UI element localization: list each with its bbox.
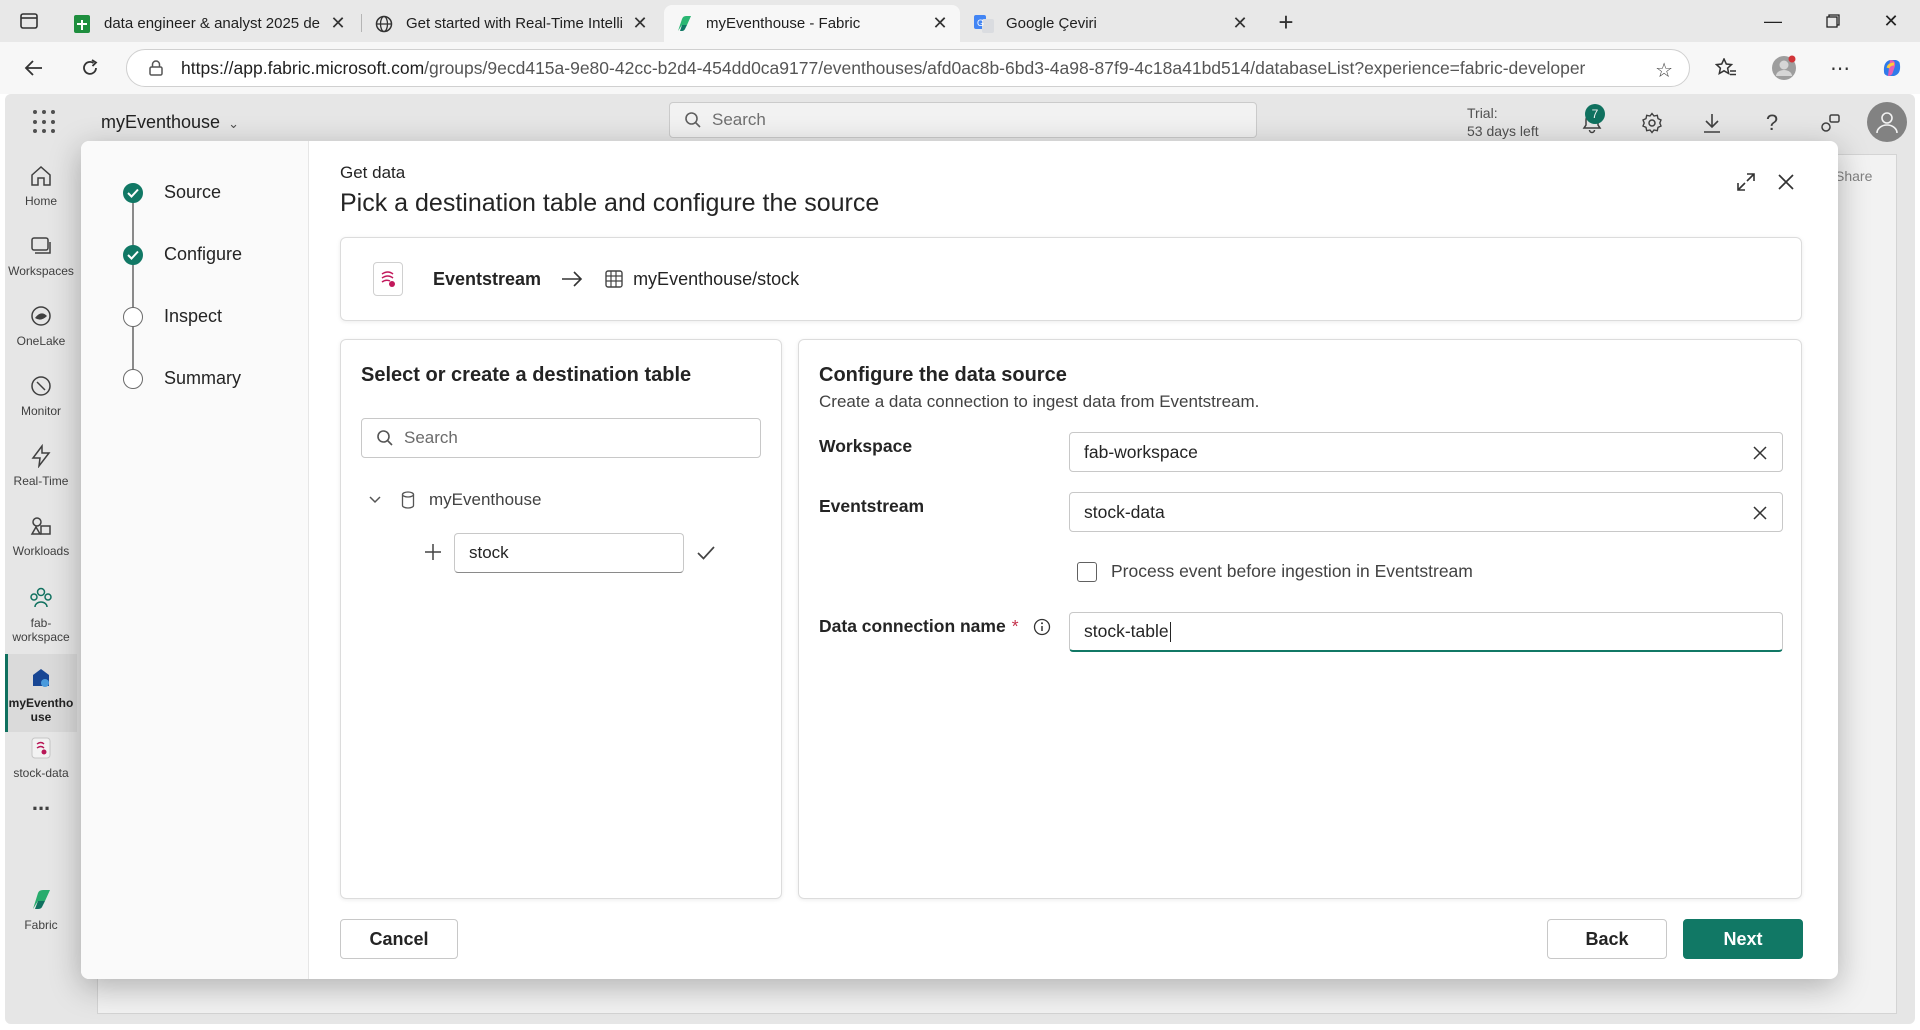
restore-icon[interactable] <box>1818 8 1848 34</box>
panel-heading: Configure the data source <box>819 364 1067 386</box>
tab-title: data engineer & analyst 2025 der <box>104 15 320 32</box>
workspace-combobox[interactable]: fab-workspace <box>1069 432 1783 472</box>
eventstream-icon <box>373 262 403 296</box>
close-tab-icon[interactable]: ✕ <box>328 13 348 34</box>
close-tab-icon[interactable]: ✕ <box>630 13 650 34</box>
browser-tab-bar: data engineer & analyst 2025 der ✕ Get s… <box>0 0 1920 42</box>
sheets-icon <box>72 14 92 34</box>
step-pending-icon <box>123 306 143 327</box>
add-table-icon[interactable] <box>421 540 445 564</box>
browser-tab-active[interactable]: myEventhouse - Fabric ✕ <box>664 5 960 42</box>
profile-avatar-icon[interactable] <box>1770 54 1798 82</box>
svg-text:G: G <box>977 18 984 28</box>
address-bar-row: https://app.fabric.microsoft.com/groups/… <box>0 42 1920 94</box>
step-complete-icon <box>123 244 143 265</box>
checkmark-icon[interactable] <box>693 540 719 566</box>
clear-icon[interactable] <box>1750 443 1770 463</box>
browser-tab[interactable]: data engineer & analyst 2025 der ✕ <box>62 5 358 42</box>
back-button[interactable]: Back <box>1547 919 1667 959</box>
tab-actions-icon[interactable] <box>18 10 40 32</box>
required-marker: * <box>1011 616 1019 636</box>
next-button[interactable]: Next <box>1683 919 1803 959</box>
refresh-icon[interactable] <box>76 54 104 82</box>
tree-database-node[interactable]: myEventhouse <box>367 490 541 510</box>
url-text: https://app.fabric.microsoft.com/groups/… <box>181 57 1586 78</box>
close-tab-icon[interactable]: ✕ <box>1230 13 1250 34</box>
copilot-icon[interactable] <box>1878 54 1906 82</box>
destination-name: myEventhouse/stock <box>633 268 800 289</box>
step-configure: Configure <box>123 244 242 265</box>
new-table-name-input[interactable]: stock <box>454 533 684 573</box>
favorites-icon[interactable] <box>1712 54 1740 82</box>
chevron-down-icon[interactable] <box>367 492 383 508</box>
dialog-title: Pick a destination table and configure t… <box>340 189 880 217</box>
source-name: Eventstream <box>433 268 542 289</box>
destination-table-panel: Select or create a destination table Sea… <box>340 339 782 899</box>
clear-icon[interactable] <box>1750 503 1770 523</box>
steps-connector <box>132 192 134 378</box>
wizard-steps: Source Configure Inspect Summary <box>81 141 309 979</box>
get-data-dialog: Source Configure Inspect Summary Get dat… <box>81 141 1838 979</box>
translate-icon: G <box>974 14 994 34</box>
panel-heading: Select or create a destination table <box>361 364 692 386</box>
workspace-label: Workspace <box>819 436 913 456</box>
step-inspect: Inspect <box>123 306 222 327</box>
data-connection-name-input[interactable]: stock-table <box>1069 612 1783 652</box>
step-pending-icon <box>123 368 143 389</box>
eventstream-combobox[interactable]: stock-data <box>1069 492 1783 532</box>
close-tab-icon[interactable]: ✕ <box>930 13 950 34</box>
configure-source-panel: Configure the data source Create a data … <box>798 339 1802 899</box>
favorite-star-icon[interactable]: ☆ <box>1655 58 1673 83</box>
site-info-icon[interactable] <box>147 59 165 77</box>
eventstream-label: Eventstream <box>819 496 925 516</box>
info-icon[interactable] <box>1033 618 1051 636</box>
globe-icon <box>374 14 394 34</box>
minimize-icon[interactable]: — <box>1758 8 1788 34</box>
new-tab-icon[interactable]: + <box>1272 7 1300 37</box>
fabric-icon <box>674 14 694 34</box>
table-search-input[interactable]: Search <box>361 418 761 458</box>
close-icon[interactable] <box>1773 169 1799 195</box>
tab-title: myEventhouse - Fabric <box>706 15 861 32</box>
expand-icon[interactable] <box>1733 169 1759 195</box>
database-icon <box>401 491 415 509</box>
browser-tab[interactable]: G Google Çeviri ✕ <box>964 5 1260 42</box>
process-event-checkbox[interactable] <box>1077 561 1097 582</box>
process-event-checkbox-row[interactable]: Process event before ingestion in Events… <box>1077 561 1473 582</box>
back-arrow-icon[interactable] <box>20 54 48 82</box>
step-summary: Summary <box>123 368 241 389</box>
browser-tab[interactable]: Get started with Real-Time Intellig ✕ <box>364 5 660 42</box>
step-source: Source <box>123 182 221 203</box>
connection-name-label: Data connection name * <box>819 616 1051 637</box>
step-complete-icon <box>123 182 143 203</box>
close-window-icon[interactable]: ✕ <box>1876 8 1906 34</box>
more-options-icon[interactable]: ⋯ <box>1826 54 1854 82</box>
url-bar[interactable]: https://app.fabric.microsoft.com/groups/… <box>126 49 1690 87</box>
source-destination-summary: Eventstream myEventhouse/stock <box>340 237 1802 321</box>
cancel-button[interactable]: Cancel <box>340 919 458 959</box>
panel-description: Create a data connection to ingest data … <box>819 392 1260 411</box>
dialog-subtitle: Get data <box>340 163 406 182</box>
table-icon <box>605 270 623 288</box>
search-icon <box>377 430 393 446</box>
arrow-right-icon <box>561 271 583 287</box>
tab-title: Get started with Real-Time Intellig <box>406 15 622 32</box>
tab-title: Google Çeviri <box>1006 15 1097 32</box>
